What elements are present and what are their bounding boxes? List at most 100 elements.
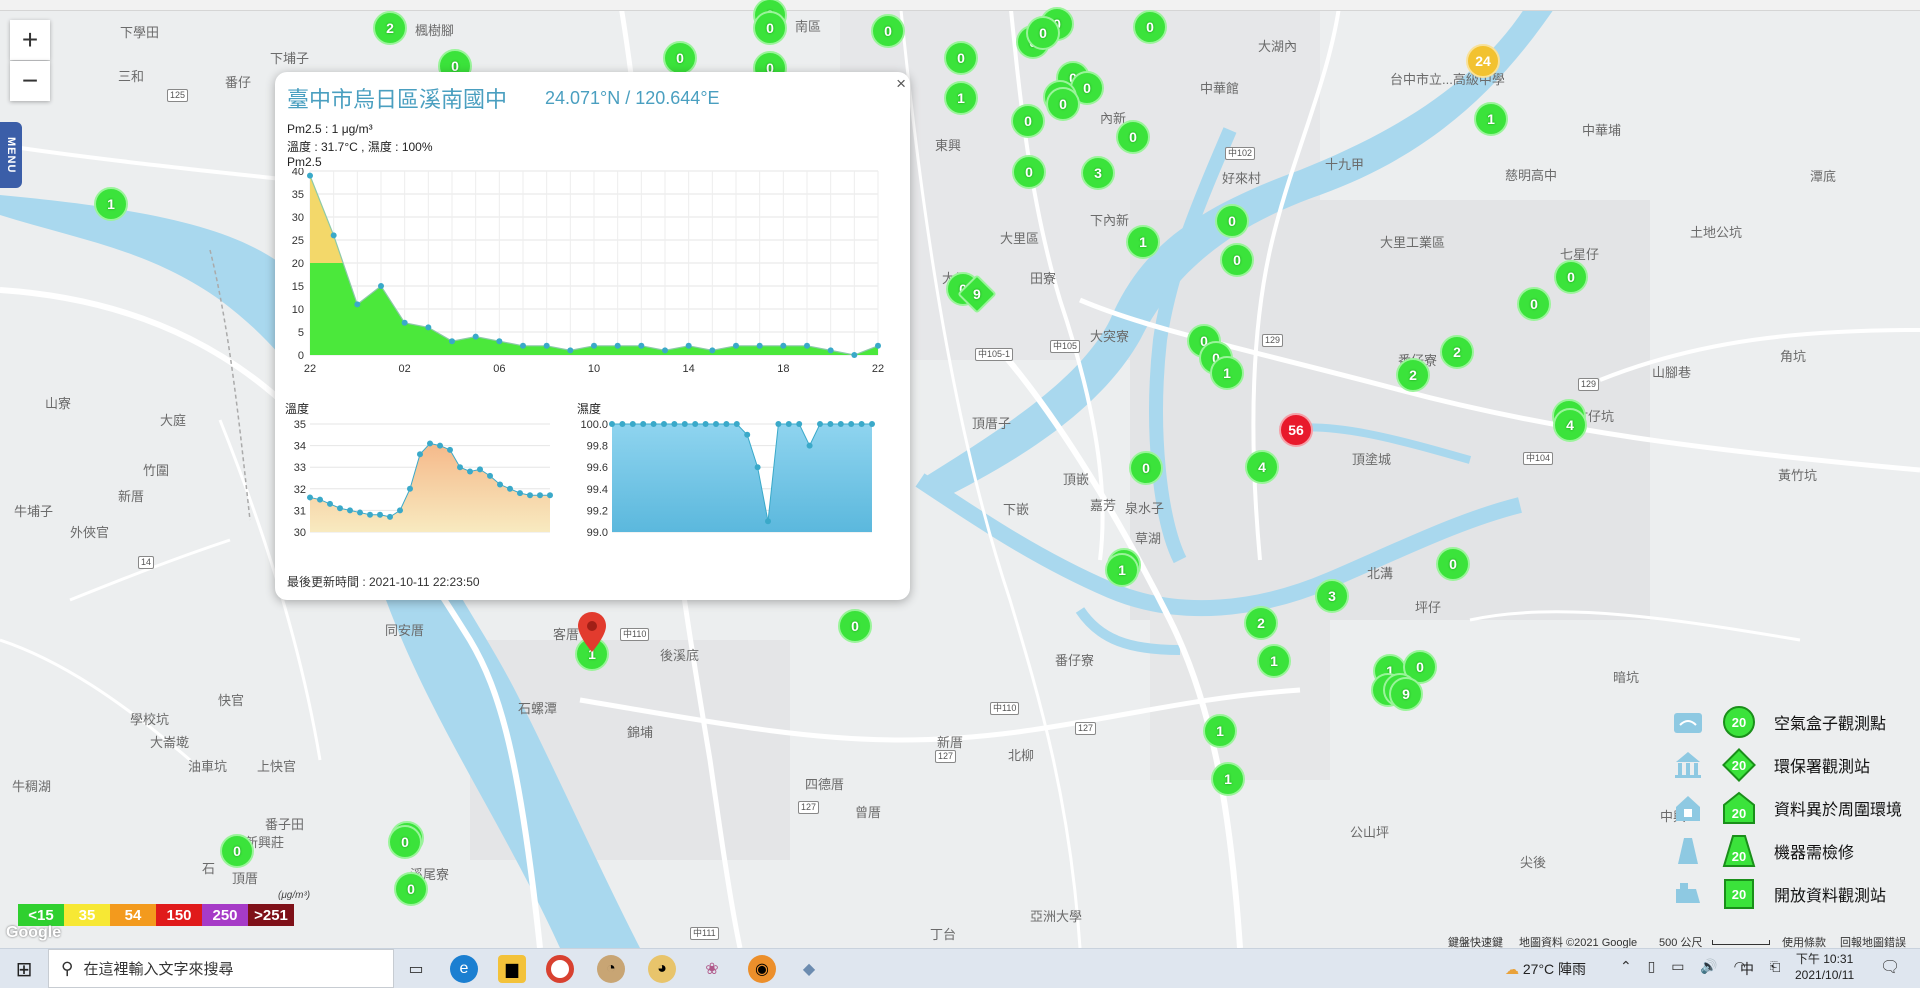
airbox-marker[interactable]: 0 — [1129, 451, 1163, 485]
airbox-marker[interactable]: 1 — [1210, 356, 1244, 390]
clock-app-icon[interactable]: ◔ — [597, 955, 625, 983]
search-icon: ⚲ — [61, 958, 74, 978]
pm25-point — [875, 342, 881, 349]
airbox-marker[interactable]: 1 — [1126, 225, 1160, 259]
airbox-marker[interactable]: 0 — [753, 11, 787, 45]
airbox-marker[interactable]: 0 — [838, 609, 872, 643]
airbox-marker[interactable]: 0 — [394, 872, 428, 906]
temperature-chart: 30 31 32 33 34 35 溫度 — [285, 402, 553, 539]
zoom-out-button[interactable]: − — [10, 61, 50, 101]
report-error-link[interactable]: 回報地圖錯誤 — [1840, 934, 1906, 948]
airbox-marker[interactable]: 0 — [1517, 287, 1551, 321]
route-shield: 中104 — [1523, 452, 1554, 465]
y-tick-label: 100.0 — [580, 419, 608, 431]
airbox-marker[interactable]: 3 — [1081, 156, 1115, 190]
airbox-marker[interactable]: 56 — [1279, 413, 1313, 447]
place-label: 牛稠湖 — [12, 779, 52, 794]
place-label: 慈明高中 — [1505, 168, 1558, 183]
app-cube-icon[interactable]: ◆ — [795, 955, 823, 983]
system-tray-icons[interactable]: ⌃ ▯ ▭ 🔊 ◠ — [1620, 958, 1752, 975]
popup-close-button[interactable]: × — [896, 74, 906, 94]
airbox-marker[interactable]: 0 — [663, 41, 697, 75]
menu-tab[interactable]: MENU — [0, 122, 22, 188]
airbox-marker[interactable]: 4 — [1245, 450, 1279, 484]
airbox-marker[interactable]: 0 — [1011, 104, 1045, 138]
humidity-point — [806, 442, 813, 449]
map-scale-label[interactable]: 500 公尺 — [1659, 934, 1702, 948]
file-explorer-icon[interactable]: ▆ — [498, 955, 526, 983]
airbox-marker[interactable]: 0 — [1215, 204, 1249, 238]
airbox-marker[interactable]: 0 — [1220, 243, 1254, 277]
taskbar-search-box[interactable]: ⚲ 在這裡輸入文字來搜尋 — [48, 949, 394, 988]
blender-icon[interactable]: ◉ — [748, 955, 776, 983]
airbox-marker[interactable]: 0 — [1554, 260, 1588, 294]
airbox-marker[interactable]: 0 — [1436, 547, 1470, 581]
terms-link[interactable]: 使用條款 — [1782, 934, 1826, 948]
selected-location-pin-icon[interactable] — [578, 612, 606, 652]
humidity-point — [817, 421, 823, 427]
humidity-point — [754, 464, 761, 471]
airbox-marker[interactable]: 1 — [944, 81, 978, 115]
humidity-point — [827, 421, 834, 427]
zoom-in-button[interactable]: + — [10, 20, 50, 60]
keyboard-icon[interactable]: ⎗ — [1770, 959, 1780, 975]
legend-sample-marker: 20 — [1722, 748, 1756, 782]
airbox-marker[interactable]: 2 — [1396, 358, 1430, 392]
airbox-marker[interactable]: 0 — [1046, 87, 1080, 121]
route-shield: 14 — [138, 556, 155, 569]
airbox-marker[interactable]: 1 — [1105, 553, 1139, 587]
airbox-marker[interactable]: 0 — [1116, 120, 1150, 154]
clock[interactable]: 下午 10:31 2021/10/11 — [1795, 951, 1854, 983]
keyboard-shortcuts-link[interactable]: 鍵盤快速鍵 — [1448, 934, 1503, 948]
y-tick-label: 20 — [292, 258, 304, 270]
airbox-marker[interactable]: 2 — [1244, 606, 1278, 640]
y-tick-label: 30 — [294, 527, 306, 539]
ime-indicator[interactable]: 中 — [1740, 959, 1754, 979]
airbox-marker[interactable]: 1 — [1211, 762, 1245, 796]
windows-start-icon[interactable]: ⊞ — [10, 955, 38, 983]
place-label: 暗坑 — [1613, 670, 1640, 685]
chrome-icon[interactable] — [546, 955, 574, 983]
airbox-marker[interactable]: 2 — [373, 11, 407, 45]
airbox-marker[interactable]: 24 — [1466, 44, 1500, 78]
temperature-point — [547, 492, 553, 499]
task-view-icon[interactable]: ▭ — [402, 955, 430, 983]
map-canvas[interactable]: 下學田 楓樹腳 南區 三和 下埔子 番仔 大湖內 台中市立...高級中學 中華館 內新 東興 好來村十… — [0, 0, 1920, 948]
airbox-marker[interactable]: 0 — [944, 41, 978, 75]
legend-label: 開放資料觀測站 — [1774, 888, 1887, 905]
notification-icon[interactable]: 🗨 — [1880, 957, 1900, 977]
taskbar-search-placeholder: 在這裡輸入文字來搜尋 — [83, 961, 234, 978]
app-tree-icon[interactable]: ❀ — [698, 955, 726, 983]
y-tick-label: 99.8 — [587, 441, 608, 453]
open-data-icon — [1676, 883, 1700, 903]
airbox-marker[interactable]: 1 — [1257, 644, 1291, 678]
place-label: 油車坑 — [188, 759, 228, 774]
airbox-marker[interactable]: 0 — [1026, 16, 1060, 50]
place-label: 大崙墘 — [150, 735, 190, 750]
weather-widget[interactable]: ☁ 27°C 陣雨 — [1505, 959, 1586, 979]
airbox-marker[interactable]: 0 — [220, 834, 254, 868]
airbox-marker[interactable]: 0 — [871, 14, 905, 48]
airbox-marker[interactable]: 0 — [1133, 10, 1167, 44]
place-label: 頂塗城 — [1352, 452, 1392, 467]
airbox-marker[interactable]: 1 — [1203, 714, 1237, 748]
place-label: 大庭 — [160, 413, 187, 428]
place-label: 新厝 — [118, 489, 145, 504]
airbox-marker[interactable]: 0 — [388, 825, 422, 859]
airbox-marker[interactable]: 2 — [1440, 335, 1474, 369]
app-dog-icon[interactable]: ◕ — [648, 955, 676, 983]
place-label: 大里區 — [1000, 231, 1040, 246]
airbox-marker[interactable]: 9 — [1389, 677, 1423, 711]
airbox-marker[interactable]: 1 — [1474, 102, 1508, 136]
edge-browser-icon[interactable]: e — [450, 955, 478, 983]
humidity-point — [702, 421, 709, 427]
airbox-marker[interactable]: 4 — [1553, 408, 1587, 442]
airbox-marker[interactable]: 0 — [1012, 155, 1046, 189]
airbox-marker[interactable]: 3 — [1315, 579, 1349, 613]
place-label: 土地公坑 — [1690, 225, 1743, 240]
maintenance-icon — [1678, 838, 1698, 864]
pm25-point — [401, 319, 408, 326]
place-label: 下學田 — [120, 25, 160, 40]
airbox-marker[interactable]: 1 — [94, 187, 128, 221]
pm25-chart-label: Pm2.5 — [287, 155, 322, 169]
